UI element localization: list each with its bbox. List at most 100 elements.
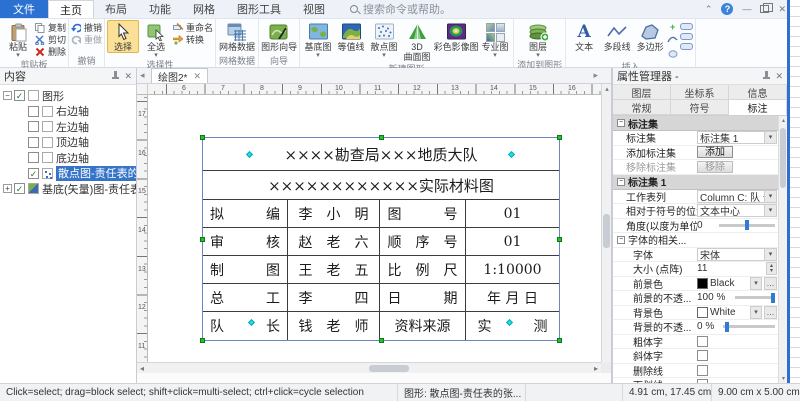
ribbon-collapse-icon[interactable]: ⌃ [705,5,713,14]
copy-button[interactable]: 复制 [35,22,66,33]
insert-plus-icon[interactable]: + [670,23,675,31]
tree-item-top-axis[interactable]: 顶边轴 [17,135,136,151]
expand-icon[interactable]: + [3,184,12,193]
fg-opacity-slider[interactable] [735,296,775,299]
properties-scroll-thumb[interactable] [780,128,786,188]
insert-polygon-button[interactable]: 多边形 [634,20,666,53]
foreground-color-more-button[interactable]: … [764,277,777,290]
horizontal-scrollbar[interactable]: ◂ ▸ [137,362,601,373]
selected-object-frame[interactable]: ××××勘查局×××地质大队 ××××××××××××实际材料图 拟 编 李 小… [202,137,560,341]
tab-view[interactable]: 视图 [292,0,336,18]
label-set-dropdown[interactable]: 标注集 1▾ [697,131,777,144]
scroll-down-icon[interactable]: ▾ [779,375,787,382]
convert-button[interactable]: 转换 [173,34,213,45]
surface-3d-button[interactable]: 3D 曲面图 [401,20,433,63]
italic-checkbox[interactable] [697,350,708,361]
cut-button[interactable]: 剪切 [35,34,66,45]
scroll-right-icon[interactable]: ▸ [591,364,601,373]
selection-handle[interactable] [200,135,205,140]
color-relief-button[interactable]: 彩色影像图 [434,20,478,53]
base-map-button[interactable]: 基底图 ▾ [302,20,334,59]
selection-handle[interactable] [379,135,384,140]
checkbox-checked[interactable]: ✓ [14,183,25,194]
tab-scroll-left-icon[interactable]: ◂ [140,70,145,81]
layer-button[interactable]: 图层 ▾ [516,20,560,59]
insert-polyline-button[interactable]: 多段线 [601,20,633,53]
font-dropdown[interactable]: 宋体▾ [697,248,777,261]
selection-handle[interactable] [557,135,562,140]
bold-checkbox[interactable] [697,336,708,347]
command-search[interactable]: 搜索命令或帮助。 [350,0,451,18]
tree-item-right-axis[interactable]: 右边轴 [17,104,136,120]
tab-grid[interactable]: 网格 [182,0,226,18]
checkbox-unchecked[interactable] [28,121,39,132]
close-icon[interactable]: ✕ [778,5,786,14]
checkbox-unchecked[interactable] [28,137,39,148]
chevron-down-icon[interactable]: ▾ [750,277,762,290]
document-tab-close-icon[interactable]: ✕ [193,71,201,82]
angle-slider[interactable] [719,224,775,227]
collapse-icon[interactable]: − [617,178,625,186]
size-spinner[interactable]: ▴▾ [766,262,777,275]
tab-graph-tools[interactable]: 图形工具 [226,0,292,18]
insert-rect-icon[interactable] [680,23,693,30]
tab-coordinate-system[interactable]: 坐标系 [671,85,729,100]
contents-close-icon[interactable]: ✕ [124,71,132,82]
insert-rounded-rect-icon[interactable] [680,33,693,40]
tab-symbol[interactable]: 符号 [671,100,729,115]
insert-curve-icon[interactable] [667,34,678,46]
worksheet-column-dropdown[interactable]: Column C: 队 长▾ [697,190,777,203]
bg-opacity-slider[interactable] [723,325,775,328]
tree-item-bottom-axis[interactable]: 底边轴 [17,150,136,166]
group-label-set-1[interactable]: − 标注集 1 [613,175,778,190]
post-map-button[interactable]: 散点图 ▾ [368,20,400,59]
tree-item-post-map[interactable]: ✓ 散点图-责任表的张贴图.xls [17,166,136,182]
collapse-icon[interactable]: − [617,119,625,127]
checkbox-unchecked[interactable] [28,152,39,163]
checkbox-checked[interactable]: ✓ [28,168,39,179]
horizontal-scroll-thumb[interactable] [369,365,409,372]
tab-info[interactable]: 信息 [729,85,787,100]
insert-ellipse-icon[interactable] [668,49,678,61]
tab-home[interactable]: 主页 [48,0,94,18]
collapse-icon[interactable]: − [617,236,625,244]
scroll-up-icon[interactable]: ▴ [602,85,612,93]
properties-close-icon[interactable]: ✕ [775,71,783,82]
position-dropdown[interactable]: 文本中心▾ [697,204,777,217]
responsibility-table[interactable]: ××××勘查局×××地质大队 ××××××××××××实际材料图 拟 编 李 小… [203,138,559,340]
remove-label-set-button[interactable]: 移除 [697,161,733,173]
add-label-set-button[interactable]: 添加 [697,146,733,158]
group-label-set[interactable]: − 标注集 [613,116,778,131]
selection-handle[interactable] [557,338,562,343]
selection-handle[interactable] [200,338,205,343]
restore-icon[interactable] [760,5,769,13]
minimize-icon[interactable]: — [742,5,751,14]
contour-button[interactable]: 等值线 [335,20,367,53]
tree-item-graph[interactable]: − ✓ 图形 [3,88,136,104]
document-tab[interactable]: 绘图2* ✕ [151,68,208,83]
delete-button[interactable]: 删除 [35,46,66,57]
graph-wizard-button[interactable]: 图形向导 [261,20,297,53]
help-icon[interactable]: ? [721,3,733,15]
scroll-up-icon[interactable]: ▴ [779,117,787,124]
tree-item-base-map[interactable]: + ✓ 基底(矢量)图-责任表表格.blr [3,181,136,197]
collapse-icon[interactable]: − [3,91,12,100]
chevron-down-icon[interactable]: ▾ [750,306,762,319]
background-color-more-button[interactable]: … [764,306,777,319]
tree-item-left-axis[interactable]: 左边轴 [17,119,136,135]
strikethrough-checkbox[interactable] [697,365,708,376]
vertical-scroll-thumb[interactable] [603,214,610,248]
redo-button[interactable]: 重做 [71,34,102,45]
tab-scroll-right-icon[interactable]: ▸ [593,70,598,81]
tab-layers[interactable]: 图层 [613,85,671,100]
tab-file[interactable]: 文件 [0,0,48,18]
pin-icon[interactable] [763,71,770,81]
tab-layout[interactable]: 布局 [94,0,138,18]
tab-general[interactable]: 常规 [613,100,671,115]
selection-handle[interactable] [557,237,562,242]
vertical-scrollbar[interactable]: ▴ ▾ [601,84,611,373]
drawing-area[interactable]: ××××勘查局×××地质大队 ××××××××××××实际材料图 拟 编 李 小… [148,95,601,362]
paste-button[interactable]: 粘贴 ▾ [2,20,34,59]
rename-button[interactable]: 重命名 [173,22,213,33]
checkbox-unchecked[interactable] [28,106,39,117]
